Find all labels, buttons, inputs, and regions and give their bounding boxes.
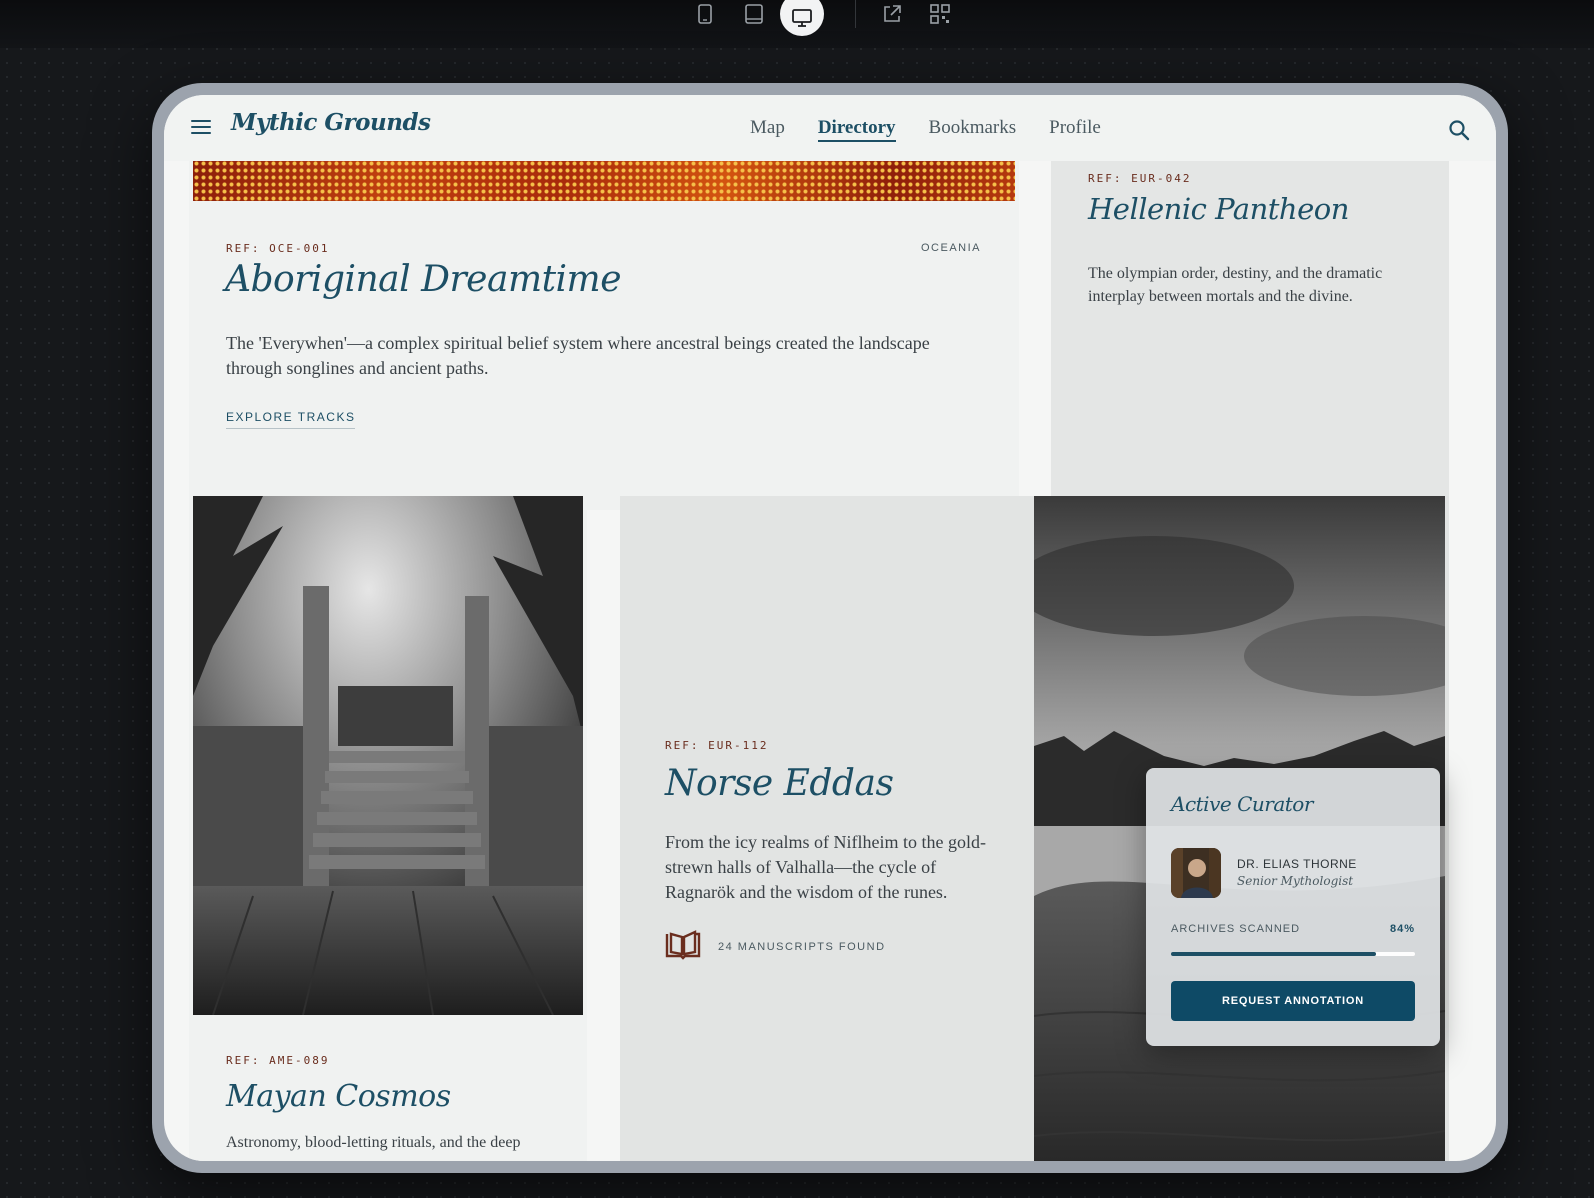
nav-link-bookmarks[interactable]: Bookmarks — [929, 117, 1017, 142]
card-ref: REF: EUR-042 — [1088, 172, 1192, 185]
brand-logo[interactable]: Mythic Grounds — [231, 109, 431, 136]
progress-label: ARCHIVES SCANNED — [1171, 923, 1301, 935]
explore-tracks-link[interactable]: EXPLORE TRACKS — [226, 410, 356, 429]
temple-ruins-image — [193, 496, 583, 1015]
toolbar-divider — [855, 0, 856, 28]
card-ref: REF: EUR-112 — [665, 739, 769, 752]
card-title: Hellenic Pantheon — [1088, 192, 1349, 226]
nav-links: Map Directory Bookmarks Profile — [750, 117, 1101, 142]
open-book-icon — [665, 930, 701, 960]
region-tag: OCEANIA — [920, 242, 981, 254]
progress-track — [1171, 952, 1415, 956]
myth-card-hellenic[interactable]: REF: EUR-042 Hellenic Pantheon The olymp… — [1051, 125, 1449, 511]
request-annotation-button[interactable]: REQUEST ANNOTATION — [1171, 981, 1415, 1021]
myth-card-aboriginal[interactable]: REF: OCE-001 OCEANIA Aboriginal Dreamtim… — [189, 125, 1019, 510]
curator-panel-title: Active Curator — [1171, 792, 1313, 816]
active-curator-panel: Active Curator DR. ELIAS THORNE Senior M… — [1146, 768, 1440, 1046]
search-icon[interactable] — [1448, 119, 1470, 141]
card-ref: REF: OCE-001 — [226, 242, 330, 255]
card-description: The 'Everywhen'—a complex spiritual beli… — [226, 333, 930, 378]
card-title: Aboriginal Dreamtime — [225, 259, 622, 300]
progress-percent: 84% — [1389, 923, 1415, 935]
myth-card-norse[interactable]: REF: EUR-112 Norse Eddas From the icy re… — [620, 496, 1449, 1161]
myth-card-mayan[interactable]: REF: AME-089 Mayan Cosmos Astronomy, blo… — [189, 496, 587, 1161]
menu-icon[interactable] — [191, 120, 211, 136]
card-description: The olympian order, destiny, and the dra… — [1088, 265, 1383, 305]
card-description: Astronomy, blood-letting rituals, and th… — [226, 1134, 521, 1151]
curator-role: Senior Mythologist — [1237, 874, 1354, 888]
curator-avatar — [1171, 848, 1221, 898]
nav-link-profile[interactable]: Profile — [1049, 117, 1101, 142]
tablet-icon[interactable] — [732, 0, 776, 36]
card-title: Mayan Cosmos — [226, 1079, 451, 1114]
progress-fill — [1171, 952, 1376, 956]
qr-code-icon[interactable] — [918, 0, 962, 36]
nav-link-map[interactable]: Map — [750, 117, 785, 142]
curator-name: DR. ELIAS THORNE — [1237, 857, 1357, 871]
mobile-icon[interactable] — [683, 0, 727, 36]
manuscript-count: 24 MANUSCRIPTS FOUND — [718, 941, 886, 953]
external-link-icon[interactable] — [870, 0, 914, 36]
nav-link-directory[interactable]: Directory — [817, 117, 896, 142]
card-description: From the icy realms of Niflheim to the g… — [665, 832, 986, 902]
card-title: Norse Eddas — [665, 763, 894, 804]
card-ref: REF: AME-089 — [226, 1054, 330, 1067]
preview-toolbar — [0, 0, 1594, 48]
top-navigation: Mythic Grounds Map Directory Bookmarks P… — [164, 95, 1496, 161]
tablet-frame: Mythic Grounds Map Directory Bookmarks P… — [152, 83, 1508, 1173]
app-screen: Mythic Grounds Map Directory Bookmarks P… — [164, 95, 1496, 1161]
desktop-icon[interactable] — [780, 0, 824, 36]
